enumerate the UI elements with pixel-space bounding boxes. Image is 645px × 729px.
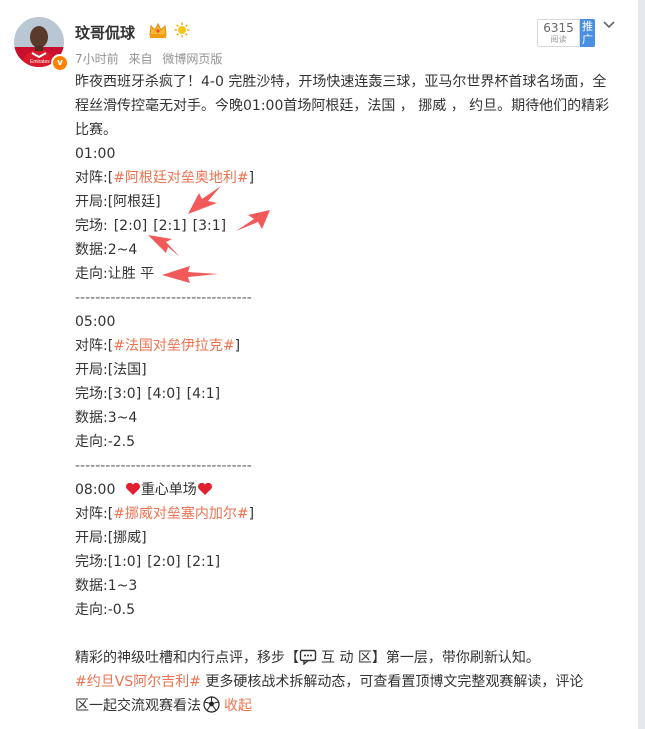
- red-arrow-annotation: [236, 210, 270, 231]
- footer-text: 更多硬核战术拆解动态，可查看置顶博文完整观赛解读，评论: [200, 674, 584, 690]
- match-open: 开局:[法国]: [75, 362, 147, 378]
- post-intro: 昨夜西班牙杀疯了！4-0 完胜沙特，开场快速连轰三球，亚马尔世界杯首球名场面，全…: [75, 74, 610, 138]
- score-item: [2:0]: [113, 218, 148, 234]
- footer-text: 区一起交流观赛看法: [75, 698, 201, 714]
- footer-line-3: 区一起交流观赛看法 收起: [75, 694, 620, 718]
- score-label: 完场:: [75, 218, 108, 234]
- promote-button[interactable]: 推广: [580, 19, 595, 47]
- score-item: [3:0]: [107, 386, 142, 402]
- verified-icon: v: [51, 54, 69, 72]
- vs-close: ]: [234, 338, 241, 354]
- red-arrow-annotation: [162, 266, 218, 283]
- match-trend: 走向:-2.5: [75, 434, 136, 450]
- scrollbar[interactable]: [638, 0, 645, 729]
- match-time: 08:00: [75, 482, 116, 498]
- source-prefix: 来自: [128, 52, 153, 66]
- match-open: 开局:[挪威]: [75, 530, 147, 546]
- read-count: 6315 阅读: [537, 19, 580, 47]
- score-label: 完场:: [75, 386, 108, 402]
- hashtag-link[interactable]: #阿根廷对垒奥地利#: [113, 170, 248, 186]
- match-vs: 对阵:[#挪威对垒塞内加尔#]: [75, 502, 620, 526]
- post-body: 昨夜西班牙杀疯了！4-0 完胜沙特，开场快速连轰三球，亚马尔世界杯首球名场面，全…: [75, 70, 620, 718]
- footer-line-1: 精彩的神级吐槽和内行点评，移步【 互 动 区】第一层，带你刷新认知。: [75, 646, 620, 670]
- interaction-zone-text: 互 动 区: [321, 650, 372, 666]
- match-scores: 完场:[1:0] [2:0] [2:1]: [75, 550, 620, 574]
- collapse-link[interactable]: 收起: [224, 698, 252, 714]
- vs-close: ]: [248, 170, 255, 186]
- match-trend: 走向:让胜 平: [75, 266, 155, 282]
- sun-badge-icon[interactable]: [174, 22, 190, 38]
- vs-label: 对阵:[: [75, 170, 114, 186]
- user-name[interactable]: 玟哥侃球: [75, 22, 135, 43]
- match-time-row: 08:00 重心单场: [75, 478, 620, 502]
- chevron-down-icon[interactable]: [602, 20, 616, 30]
- score-item: [3:1]: [192, 218, 227, 234]
- score-item: [4:1]: [186, 386, 221, 402]
- speech-bubble-icon: [299, 649, 317, 665]
- vs-label: 对阵:[: [75, 506, 114, 522]
- match-open: 开局:[阿根廷]: [75, 194, 161, 210]
- match-data: 数据:3~4: [75, 410, 138, 426]
- match-vs: 对阵:[#阿根廷对垒奥地利#]: [75, 166, 620, 190]
- hashtag-link[interactable]: #挪威对垒塞内加尔#: [113, 506, 248, 522]
- post-source: 微博网页版: [162, 52, 223, 66]
- post-meta: 7小时前 来自 微博网页版: [75, 50, 228, 67]
- red-heart-icon: [125, 482, 140, 495]
- score-item: [2:0]: [147, 554, 181, 570]
- score-item: [2:1]: [186, 554, 221, 570]
- match-trend: 走向:-0.5: [75, 602, 136, 618]
- match-highlight: 重心单场: [140, 482, 197, 498]
- footer-text: 】第一层，带你刷新认知。: [371, 650, 540, 666]
- read-count-label: 阅读: [550, 35, 567, 44]
- match-time: 01:00: [75, 146, 116, 162]
- match-vs: 对阵:[#法国对垒伊拉克#]: [75, 334, 620, 358]
- match-data: 数据:1~3: [75, 578, 138, 594]
- read-count-number: 6315: [543, 21, 574, 35]
- match-time: 05:00: [75, 314, 116, 330]
- footer-text: 精彩的神级吐槽和内行点评，移步【: [75, 650, 299, 666]
- red-arrow-annotation: [188, 186, 221, 214]
- svg-text:Emirates: Emirates: [30, 59, 50, 65]
- red-heart-icon: [197, 482, 212, 495]
- footer-line-2: #约旦VS阿尔吉利# 更多硬核战术拆解动态，可查看置顶博文完整观赛解读，评论: [75, 670, 620, 694]
- score-item: [4:0]: [147, 386, 181, 402]
- score-item: [1:0]: [107, 554, 142, 570]
- text-divider: -----------------------------------: [75, 290, 252, 306]
- score-label: 完场:: [75, 554, 108, 570]
- red-arrow-annotation: [148, 235, 180, 257]
- hashtag-link[interactable]: #约旦VS阿尔吉利#: [75, 674, 201, 690]
- text-divider: -----------------------------------: [75, 458, 252, 474]
- soccer-ball-icon: [203, 696, 220, 713]
- match-scores: 完场:[3:0] [4:0] [4:1]: [75, 382, 620, 406]
- vs-close: ]: [248, 506, 255, 522]
- weibo-post-card: Emirates v 玟哥侃球 7小时前 来自 微博网页版 6315 阅读 推广…: [0, 0, 638, 729]
- hashtag-link[interactable]: #法国对垒伊拉克#: [113, 338, 234, 354]
- crown-badge-icon[interactable]: [148, 21, 168, 39]
- vs-label: 对阵:[: [75, 338, 114, 354]
- post-time[interactable]: 7小时前: [75, 52, 119, 66]
